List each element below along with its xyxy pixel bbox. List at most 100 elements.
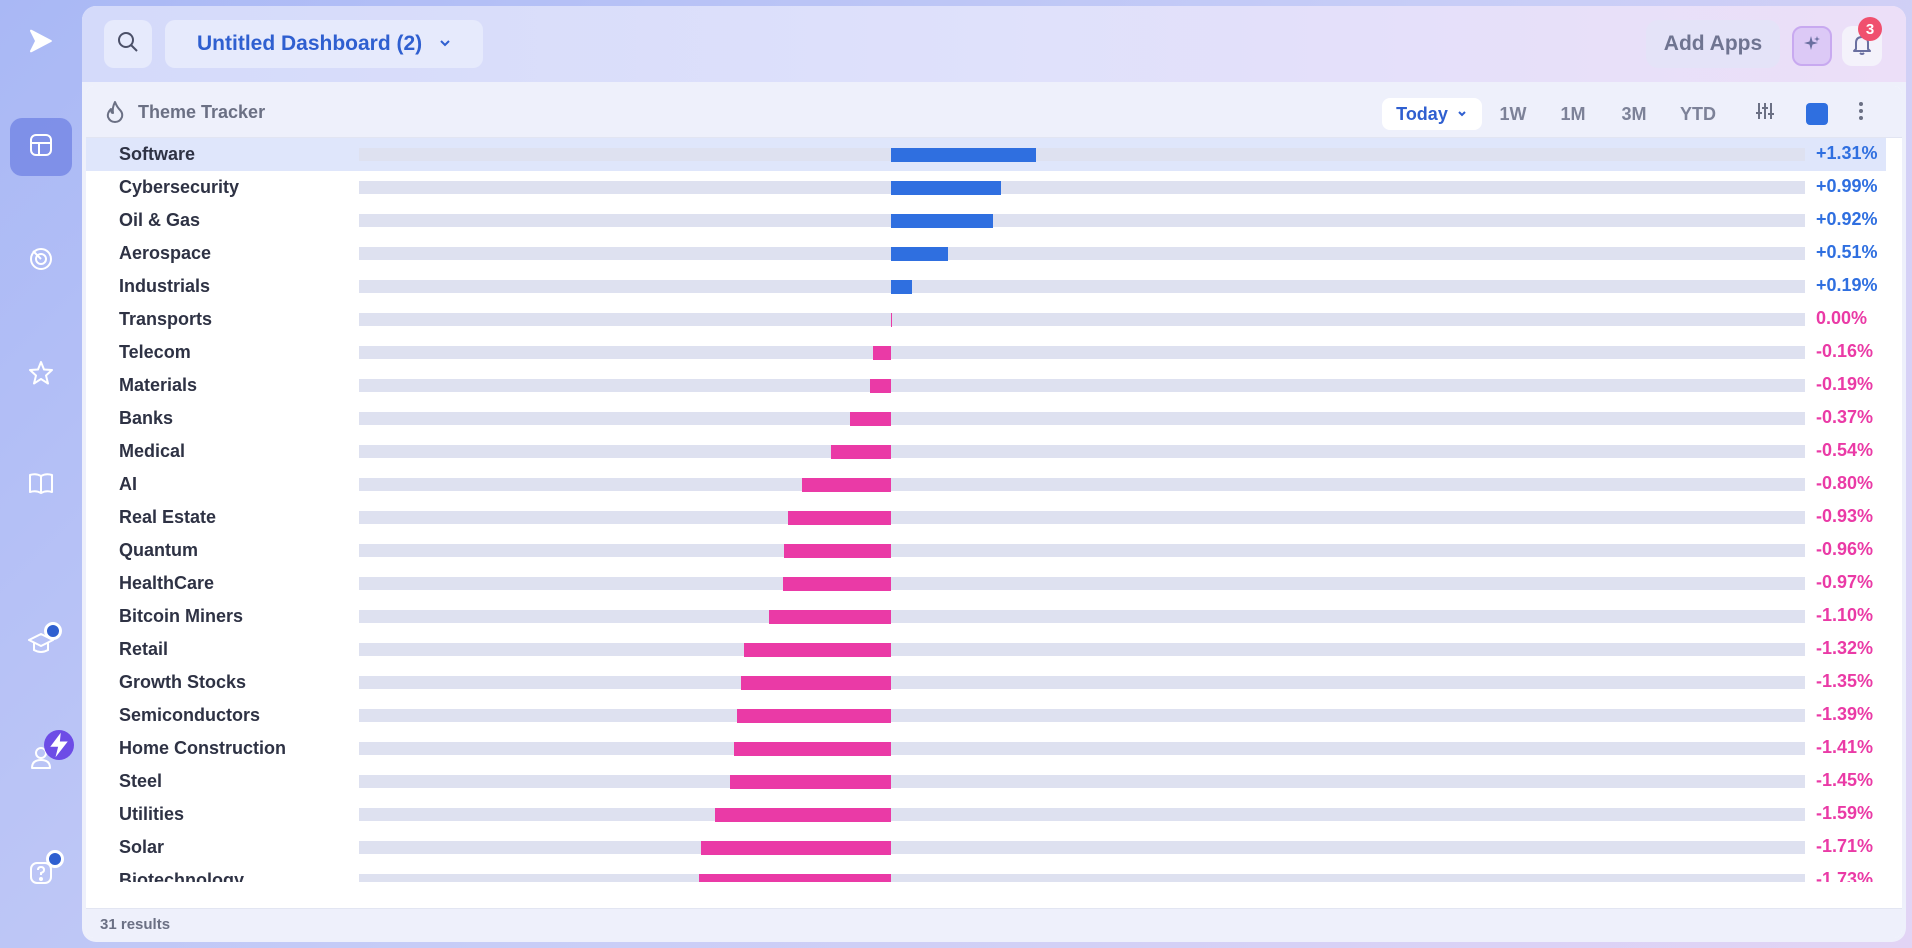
widget-title: Theme Tracker (138, 102, 266, 122)
theme-bar (701, 841, 891, 855)
theme-row[interactable]: Transports 0.00% (86, 303, 1886, 336)
theme-row[interactable]: Home Construction -1.41% (86, 732, 1886, 765)
theme-row[interactable]: Banks -0.37% (86, 402, 1886, 435)
theme-bar (891, 313, 892, 327)
theme-label: Utilities (119, 804, 185, 824)
theme-value: -0.97% (1816, 572, 1874, 592)
theme-bar (744, 643, 891, 657)
nav-dashboard[interactable] (10, 118, 72, 176)
widget-header: Theme Tracker Today 1W 1M 3M YTD (86, 86, 1902, 138)
theme-value: -1.73% (1816, 869, 1874, 882)
filter-sliders-icon[interactable] (1754, 100, 1776, 122)
timeframe-today[interactable]: Today (1382, 98, 1482, 130)
add-apps-button[interactable]: Add Apps (1646, 20, 1780, 68)
theme-label: Software (119, 144, 196, 164)
theme-label: Semiconductors (119, 705, 261, 725)
results-count: 31 results (100, 916, 171, 933)
radar-icon (27, 245, 55, 278)
dashboard-icon (27, 131, 55, 164)
theme-row[interactable]: Oil & Gas +0.92% (86, 204, 1886, 237)
nav-help[interactable] (10, 846, 72, 904)
ai-assistant-button[interactable] (1792, 26, 1832, 66)
theme-value: -0.19% (1816, 374, 1874, 394)
bar-track (359, 346, 1805, 359)
nav-radar[interactable] (10, 232, 72, 290)
theme-value: -1.32% (1816, 638, 1874, 658)
bar-track (359, 247, 1805, 260)
theme-value: -1.59% (1816, 803, 1874, 823)
help-badge (46, 850, 64, 868)
theme-value: +0.92% (1816, 209, 1878, 229)
bar-track (359, 775, 1805, 788)
bar-track (359, 544, 1805, 557)
star-icon (27, 359, 55, 392)
theme-bar (730, 775, 891, 789)
theme-row[interactable]: Aerospace +0.51% (86, 237, 1886, 270)
theme-row[interactable]: Industrials +0.19% (86, 270, 1886, 303)
color-picker-swatch[interactable] (1806, 103, 1828, 125)
logo-button[interactable] (10, 14, 72, 72)
theme-bar (802, 478, 891, 492)
theme-label: Solar (119, 837, 165, 857)
theme-label: AI (119, 474, 137, 494)
theme-label: Materials (119, 375, 198, 395)
bar-track (359, 643, 1805, 656)
main-panel: Untitled Dashboard (2) Add Apps 3 Theme … (82, 6, 1906, 942)
timeframe-1w[interactable]: 1W (1488, 98, 1538, 130)
theme-label: Steel (119, 771, 163, 791)
bar-track (359, 280, 1805, 293)
book-icon (27, 469, 55, 502)
theme-row[interactable]: Solar -1.71% (86, 831, 1886, 864)
nav-profile[interactable] (10, 730, 74, 788)
timeframe-1m[interactable]: 1M (1548, 98, 1598, 130)
theme-value: +0.19% (1816, 275, 1878, 295)
theme-bar-list: Software +1.31% Cybersecurity +0.99% Oil & G… (86, 138, 1902, 882)
theme-row[interactable]: HealthCare -0.97% (86, 567, 1886, 600)
theme-row[interactable]: Semiconductors -1.39% (86, 699, 1886, 732)
dashboard-selector[interactable]: Untitled Dashboard (2) (165, 20, 483, 68)
theme-row[interactable]: Cybersecurity +0.99% (86, 171, 1886, 204)
theme-value: +0.99% (1816, 176, 1878, 196)
theme-row[interactable]: Software +1.31% (86, 138, 1886, 171)
timeframe-3m[interactable]: 3M (1608, 98, 1660, 130)
theme-bar (698, 874, 891, 882)
theme-row[interactable]: Growth Stocks -1.35% (86, 666, 1886, 699)
theme-row[interactable]: Quantum -0.96% (86, 534, 1886, 567)
fire-icon (104, 100, 126, 129)
bar-track (359, 709, 1805, 722)
theme-label: Oil & Gas (119, 210, 201, 230)
theme-row[interactable]: Telecom -0.16% (86, 336, 1886, 369)
theme-row[interactable]: Utilities -1.59% (86, 798, 1886, 831)
theme-value: -0.93% (1816, 506, 1874, 526)
theme-row[interactable]: Bitcoin Miners -1.10% (86, 600, 1886, 633)
theme-row[interactable]: Materials -0.19% (86, 369, 1886, 402)
nav-education[interactable] (10, 616, 72, 674)
nav-learn[interactable] (10, 456, 72, 514)
theme-value: -1.35% (1816, 671, 1874, 691)
theme-row[interactable]: Medical -0.54% (86, 435, 1886, 468)
theme-label: Aerospace (119, 243, 212, 263)
bar-track (359, 874, 1805, 882)
theme-row[interactable]: AI -0.80% (86, 468, 1886, 501)
theme-bar (768, 610, 891, 624)
chevron-down-icon (1456, 104, 1468, 125)
theme-row[interactable]: Steel -1.45% (86, 765, 1886, 798)
theme-label: Bitcoin Miners (119, 606, 244, 626)
theme-row[interactable]: Real Estate -0.93% (86, 501, 1886, 534)
top-bar: Untitled Dashboard (2) Add Apps 3 (82, 6, 1906, 82)
search-button[interactable] (104, 20, 152, 68)
theme-label: Quantum (119, 540, 198, 560)
widget-footer: 31 results (86, 908, 1902, 938)
more-options-icon[interactable] (1858, 100, 1864, 122)
timeframe-ytd[interactable]: YTD (1668, 98, 1728, 130)
theme-value: 0.00% (1816, 308, 1868, 328)
theme-bar (783, 577, 891, 591)
theme-label: Home Construction (119, 738, 287, 758)
sparkle-icon (1802, 34, 1822, 59)
theme-bar (736, 709, 891, 723)
nav-favorites[interactable] (10, 346, 72, 404)
theme-row[interactable]: Biotechnology -1.73% (86, 864, 1886, 882)
theme-row[interactable]: Retail -1.32% (86, 633, 1886, 666)
bar-track (359, 742, 1805, 755)
theme-label: Real Estate (119, 507, 217, 527)
